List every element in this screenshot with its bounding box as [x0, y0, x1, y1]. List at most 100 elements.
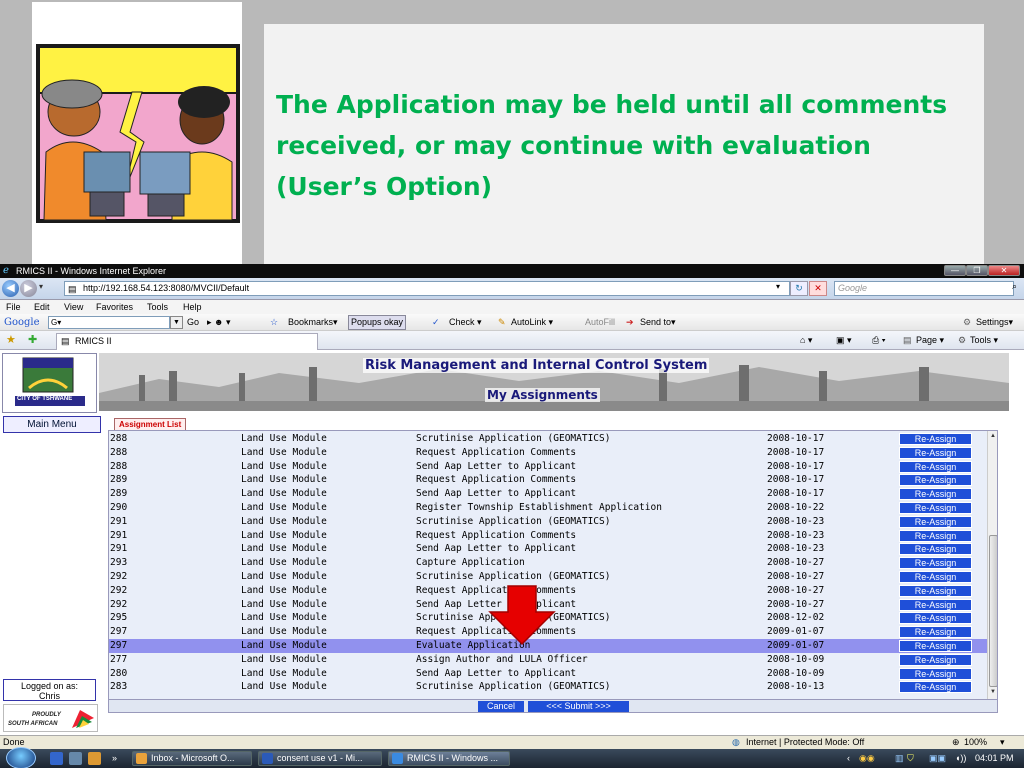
table-row[interactable]: 289 Land Use Module Send Aap Letter to App… — [109, 487, 987, 501]
slide-heading-line: received, or may continue with evaluatio… — [276, 131, 871, 160]
table-row[interactable]: 291 Land Use Module Scrutinise Application… — [109, 515, 987, 529]
page-menu[interactable]: Page ▾ — [916, 331, 944, 350]
scrollbar-thumb[interactable] — [989, 535, 997, 687]
bookmarks-button[interactable]: Bookmarks▾ — [288, 314, 338, 331]
re-assign-button[interactable]: Re-Assign — [899, 474, 972, 487]
desktop-quicklaunch-icon[interactable] — [69, 752, 82, 765]
autolink-button[interactable]: AutoLink ▾ — [511, 314, 553, 331]
autofill-button[interactable]: AutoFill — [585, 314, 615, 331]
cancel-button[interactable]: Cancel — [478, 701, 524, 712]
re-assign-button[interactable]: Re-Assign — [899, 433, 972, 445]
re-assign-button[interactable]: Re-Assign — [899, 598, 972, 611]
zoom-level[interactable]: 100% — [964, 736, 987, 749]
re-assign-button[interactable]: Re-Assign — [899, 529, 972, 542]
re-assign-button[interactable]: Re-Assign — [899, 653, 972, 666]
add-favorites-icon[interactable]: ✚ — [28, 331, 37, 350]
menu-view[interactable]: View — [64, 300, 83, 314]
table-row[interactable]: 288 Land Use Module Send Aap Letter to App… — [109, 460, 987, 474]
recent-pages-dropdown-icon[interactable]: ▾ — [39, 282, 43, 291]
re-assign-button[interactable]: Re-Assign — [899, 543, 972, 556]
main-menu-button[interactable]: Main Menu — [3, 416, 101, 433]
table-row[interactable]: 292 Land Use Module Scrutinise Application… — [109, 570, 987, 584]
outlook-quicklaunch-icon[interactable] — [88, 752, 101, 765]
maximize-button[interactable]: ❐ — [966, 265, 988, 276]
settings-icon: ⚙ — [963, 317, 972, 327]
check-button[interactable]: Check ▾ — [449, 314, 482, 331]
re-assign-button[interactable]: Re-Assign — [899, 681, 972, 694]
re-assign-button[interactable]: Re-Assign — [899, 640, 972, 652]
stop-button[interactable]: ✕ — [809, 281, 827, 296]
table-row[interactable]: 288 Land Use Module Scrutinise Application… — [109, 432, 987, 446]
table-row[interactable]: 280 Land Use Module Send Aap Letter to App… — [109, 667, 987, 681]
re-assign-button[interactable]: Re-Assign — [899, 460, 972, 473]
re-assign-button[interactable]: Re-Assign — [899, 557, 972, 570]
tray-expand-icon[interactable]: ‹ — [847, 749, 850, 768]
table-row[interactable]: 291 Land Use Module Send Aap Letter to App… — [109, 542, 987, 556]
url-input[interactable]: ▤ http://192.168.54.123:8080/MVCII/Defau… — [64, 281, 790, 296]
re-assign-button[interactable]: Re-Assign — [899, 502, 972, 514]
taskbar-item-word[interactable]: consent use v1 - Mi... — [258, 751, 382, 766]
submit-button[interactable]: <<< Submit >>> — [528, 701, 629, 712]
feeds-icon[interactable]: ▣ ▾ — [836, 331, 852, 350]
table-row[interactable]: 293 Land Use Module Capture Application 200… — [109, 556, 987, 570]
refresh-button[interactable]: ↻ — [790, 281, 808, 296]
star-icon[interactable]: ☆ — [270, 314, 278, 331]
back-button[interactable]: ◀ — [2, 280, 19, 297]
go-button[interactable]: Go — [187, 314, 199, 331]
taskbar-item-ie[interactable]: RMICS II - Windows ... — [388, 751, 510, 766]
re-assign-button[interactable]: Re-Assign — [899, 667, 972, 680]
tab-rmics[interactable]: ▤ RMICS II — [56, 333, 318, 350]
toolbar-misc-icon[interactable]: ▸ ☻ ▾ — [207, 314, 231, 331]
menu-file[interactable]: File — [6, 300, 21, 314]
tray-network-icon[interactable]: ▥ — [895, 749, 904, 768]
table-row[interactable]: 291 Land Use Module Request Application Co… — [109, 529, 987, 543]
favorites-star-icon[interactable]: ★ — [6, 331, 16, 350]
re-assign-button[interactable]: Re-Assign — [899, 626, 972, 639]
print-icon[interactable]: ⎙ ▾ — [872, 331, 885, 350]
scroll-up-icon[interactable]: ▲ — [990, 433, 996, 439]
more-icon[interactable]: » — [112, 749, 117, 768]
close-button[interactable]: ✕ — [988, 265, 1020, 276]
address-dropdown-icon[interactable]: ▾ — [776, 282, 780, 291]
menu-favorites[interactable]: Favorites — [96, 300, 133, 314]
settings-button[interactable]: Settings▾ — [976, 314, 1013, 331]
menu-help[interactable]: Help — [183, 300, 202, 314]
window-titlebar[interactable]: ℯ RMICS II - Windows Internet Explorer —… — [0, 264, 1024, 278]
zoom-dropdown-icon[interactable]: ▾ — [1000, 736, 1005, 749]
re-assign-button[interactable]: Re-Assign — [899, 488, 972, 501]
search-input[interactable]: Google — [834, 281, 1014, 296]
forward-button[interactable]: ▶ — [20, 280, 37, 297]
send-to-button[interactable]: Send to▾ — [640, 314, 676, 331]
clock[interactable]: 04:01 PM — [975, 749, 1014, 768]
taskbar-item-outlook[interactable]: Inbox - Microsoft O... — [132, 751, 252, 766]
tray-shield-icon[interactable]: ⛉ — [907, 749, 914, 768]
tray-apps-icon[interactable]: ◉◉ — [859, 749, 875, 768]
re-assign-button[interactable]: Re-Assign — [899, 571, 972, 583]
list-scrollbar[interactable]: ▲ ▼ — [987, 431, 997, 699]
re-assign-button[interactable]: Re-Assign — [899, 584, 972, 597]
tab-assignment-list[interactable]: Assignment List — [114, 418, 187, 430]
re-assign-button[interactable]: Re-Assign — [899, 515, 972, 528]
table-row[interactable]: 283 Land Use Module Scrutinise Application… — [109, 680, 987, 694]
re-assign-button[interactable]: Re-Assign — [899, 446, 972, 459]
google-search-dropdown-icon[interactable]: ▼ — [170, 316, 183, 329]
table-row[interactable]: 288 Land Use Module Request Application Co… — [109, 446, 987, 460]
tools-menu[interactable]: Tools ▾ — [970, 331, 998, 350]
table-row[interactable]: 290 Land Use Module Register Township Esta… — [109, 501, 987, 515]
table-row[interactable]: 289 Land Use Module Request Application Co… — [109, 473, 987, 487]
home-icon[interactable]: ⌂ ▾ — [800, 331, 812, 350]
start-button[interactable] — [6, 747, 36, 768]
google-search-input[interactable]: G▾ — [48, 316, 170, 329]
volume-icon[interactable]: ◖)) — [955, 749, 966, 768]
assignment-id: 291 — [110, 543, 128, 555]
search-icon[interactable]: ⌕ — [1012, 281, 1017, 292]
ie-quicklaunch-icon[interactable] — [50, 752, 63, 765]
minimize-button[interactable]: — — [944, 265, 966, 276]
popups-button[interactable]: Popups okay — [348, 315, 407, 330]
scroll-down-icon[interactable]: ▼ — [990, 689, 996, 695]
menu-edit[interactable]: Edit — [34, 300, 50, 314]
tray-misc-icon[interactable]: ▣▣ — [929, 749, 946, 768]
menu-tools[interactable]: Tools — [147, 300, 168, 314]
re-assign-button[interactable]: Re-Assign — [899, 612, 972, 625]
table-row[interactable]: 277 Land Use Module Assign Author and LULA… — [109, 653, 987, 667]
